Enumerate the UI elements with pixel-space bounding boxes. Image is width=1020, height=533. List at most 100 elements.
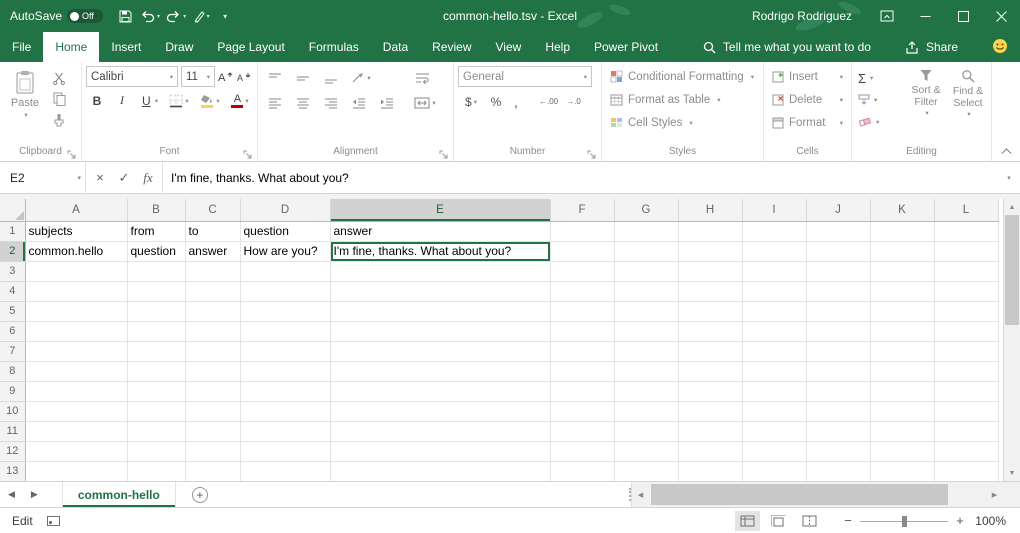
cell[interactable] bbox=[25, 401, 127, 421]
column-header-A[interactable]: A bbox=[25, 199, 127, 221]
cell[interactable] bbox=[934, 321, 998, 341]
cell[interactable] bbox=[934, 281, 998, 301]
row-header-6[interactable]: 6 bbox=[0, 321, 25, 341]
cell[interactable] bbox=[127, 441, 185, 461]
cell[interactable] bbox=[678, 401, 742, 421]
cell[interactable] bbox=[127, 381, 185, 401]
cell[interactable] bbox=[742, 221, 806, 241]
horizontal-scroll-thumb[interactable] bbox=[651, 484, 948, 505]
cell[interactable] bbox=[185, 441, 240, 461]
cell[interactable] bbox=[185, 261, 240, 281]
cell[interactable] bbox=[614, 401, 678, 421]
tab-draw[interactable]: Draw bbox=[153, 32, 205, 62]
tab-view[interactable]: View bbox=[484, 32, 534, 62]
align-bottom-button[interactable] bbox=[319, 67, 343, 88]
cell[interactable] bbox=[870, 421, 934, 441]
cell[interactable] bbox=[240, 261, 330, 281]
cell[interactable] bbox=[550, 241, 614, 261]
insert-button[interactable]: Insert ▾ bbox=[767, 65, 848, 88]
row-header-11[interactable]: 11 bbox=[0, 421, 25, 441]
cell[interactable] bbox=[127, 421, 185, 441]
cancel-button[interactable]: × bbox=[88, 166, 112, 190]
maximize-button[interactable] bbox=[944, 0, 982, 32]
fill-button[interactable]: ▾ bbox=[855, 89, 905, 111]
align-top-button[interactable] bbox=[263, 67, 287, 88]
cell[interactable] bbox=[806, 241, 870, 261]
cell[interactable] bbox=[934, 301, 998, 321]
tab-file[interactable]: File bbox=[0, 32, 43, 62]
cell[interactable] bbox=[25, 461, 127, 481]
column-header-E[interactable]: E bbox=[330, 199, 550, 221]
cell[interactable] bbox=[550, 281, 614, 301]
tab-review[interactable]: Review bbox=[420, 32, 483, 62]
close-button[interactable] bbox=[982, 0, 1020, 32]
row-header-3[interactable]: 3 bbox=[0, 261, 25, 281]
cell-E1[interactable]: answer bbox=[330, 221, 550, 241]
view-page-break-button[interactable] bbox=[797, 511, 822, 531]
borders-button[interactable]: ▾ bbox=[164, 90, 194, 111]
tab-home[interactable]: Home bbox=[43, 32, 99, 62]
cell[interactable] bbox=[806, 401, 870, 421]
sheet-tab-common-hello[interactable]: common-hello bbox=[62, 482, 176, 507]
vertical-scroll-thumb[interactable] bbox=[1005, 215, 1019, 325]
autosum-button[interactable]: Σ ▾ bbox=[855, 67, 905, 89]
column-header-G[interactable]: G bbox=[614, 199, 678, 221]
cell[interactable] bbox=[742, 401, 806, 421]
cell[interactable] bbox=[806, 381, 870, 401]
format-button[interactable]: Format ▾ bbox=[767, 111, 848, 134]
cell[interactable] bbox=[614, 221, 678, 241]
cell[interactable] bbox=[330, 421, 550, 441]
cell-styles-button[interactable]: Cell Styles ▾ bbox=[605, 111, 760, 134]
copy-button[interactable] bbox=[47, 88, 71, 109]
cell[interactable] bbox=[25, 321, 127, 341]
row-header-7[interactable]: 7 bbox=[0, 341, 25, 361]
cell[interactable] bbox=[127, 281, 185, 301]
cell[interactable] bbox=[678, 361, 742, 381]
cell[interactable] bbox=[240, 421, 330, 441]
cell[interactable] bbox=[185, 461, 240, 481]
cell[interactable] bbox=[614, 241, 678, 261]
cell[interactable] bbox=[330, 281, 550, 301]
cell[interactable] bbox=[185, 281, 240, 301]
autosave-pill[interactable]: Off bbox=[67, 9, 103, 23]
cell[interactable] bbox=[240, 361, 330, 381]
cell[interactable] bbox=[330, 261, 550, 281]
format-painter-button[interactable] bbox=[47, 109, 71, 130]
column-header-B[interactable]: B bbox=[127, 199, 185, 221]
cell[interactable] bbox=[870, 461, 934, 481]
comma-style-button[interactable]: , bbox=[509, 91, 523, 112]
fill-color-button[interactable]: ▾ bbox=[195, 90, 225, 111]
row-header-1[interactable]: 1 bbox=[0, 221, 25, 241]
cut-button[interactable] bbox=[47, 67, 71, 88]
decrease-decimal-button[interactable]: →.0 bbox=[564, 91, 583, 112]
cell[interactable] bbox=[25, 421, 127, 441]
cell[interactable] bbox=[330, 301, 550, 321]
cell[interactable] bbox=[25, 341, 127, 361]
view-normal-button[interactable] bbox=[735, 511, 760, 531]
italic-button[interactable]: I bbox=[110, 90, 134, 111]
customize-qat-button[interactable]: ▾ bbox=[213, 0, 237, 32]
cell[interactable] bbox=[678, 301, 742, 321]
cell[interactable] bbox=[127, 461, 185, 481]
cell[interactable] bbox=[550, 441, 614, 461]
cell[interactable] bbox=[934, 461, 998, 481]
align-center-button[interactable] bbox=[291, 92, 315, 113]
cell[interactable] bbox=[550, 381, 614, 401]
delete-button[interactable]: Delete ▾ bbox=[767, 88, 848, 111]
scroll-left-button[interactable]: ◀ bbox=[632, 482, 649, 507]
macro-record-button[interactable] bbox=[47, 516, 60, 526]
cell[interactable] bbox=[127, 301, 185, 321]
cell[interactable] bbox=[934, 341, 998, 361]
cell[interactable] bbox=[127, 341, 185, 361]
cell[interactable] bbox=[934, 241, 998, 261]
cell[interactable] bbox=[127, 361, 185, 381]
cell[interactable] bbox=[240, 461, 330, 481]
cell[interactable] bbox=[614, 261, 678, 281]
column-header-D[interactable]: D bbox=[240, 199, 330, 221]
cell[interactable] bbox=[742, 461, 806, 481]
cell[interactable] bbox=[330, 341, 550, 361]
cell[interactable] bbox=[806, 361, 870, 381]
horizontal-scrollbar[interactable]: ◀ ▶ bbox=[631, 482, 1003, 507]
zoom-in-button[interactable]: + bbox=[950, 513, 970, 528]
cell[interactable] bbox=[742, 421, 806, 441]
